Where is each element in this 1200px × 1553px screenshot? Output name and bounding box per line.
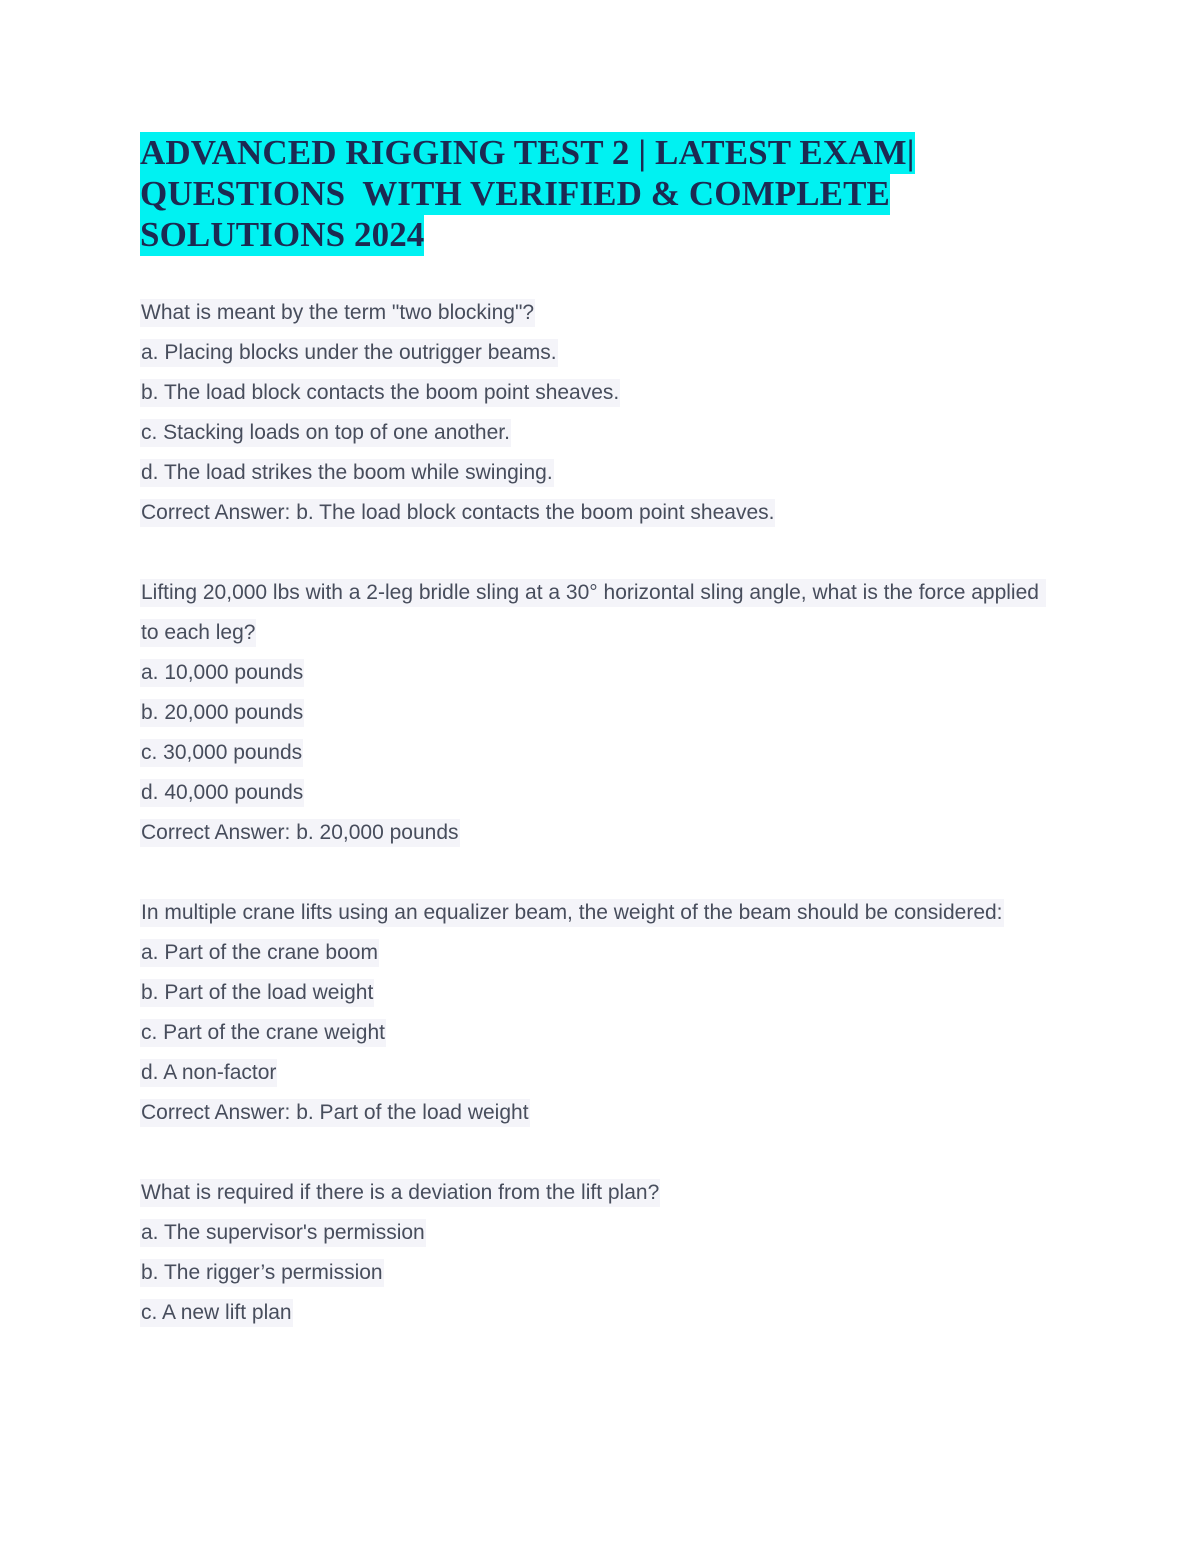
correct-answer: Correct Answer: b. Part of the load weig… [140, 1093, 1040, 1133]
question-stem: What is meant by the term "two blocking"… [140, 293, 1040, 333]
question-option: d. A non-factor [140, 1053, 1040, 1093]
question-option: b. The load block contacts the boom poin… [140, 373, 1040, 413]
correct-answer: Correct Answer: b. 20,000 pounds [140, 813, 1040, 853]
document-content: ADVANCED RIGGING TEST 2 | LATEST EXAM| Q… [140, 132, 1046, 1333]
title-line-2-highlight: QUESTIONS WITH VERIFIED & COMPLETE [140, 173, 891, 215]
question-option: c. Stacking loads on top of one another. [140, 413, 1040, 453]
question-block-4: What is required if there is a deviation… [140, 1173, 1040, 1333]
question-block-1: What is meant by the term "two blocking"… [140, 293, 1040, 533]
title-line-1: ADVANCED RIGGING TEST 2 | LATEST EXAM| [140, 132, 1040, 174]
title-line-3: SOLUTIONS 2024 [140, 214, 1040, 256]
question-option: b. Part of the load weight [140, 973, 1040, 1013]
question-stem: What is required if there is a deviation… [140, 1173, 1040, 1213]
question-option: c. 30,000 pounds [140, 733, 1040, 773]
question-option: c. A new lift plan [140, 1293, 1040, 1333]
page-title: ADVANCED RIGGING TEST 2 | LATEST EXAM| Q… [140, 132, 1040, 256]
title-line-3-highlight: SOLUTIONS 2024 [140, 214, 425, 256]
question-option: a. Part of the crane boom [140, 933, 1040, 973]
question-stem: In multiple crane lifts using an equaliz… [140, 893, 1040, 933]
title-body-spacer [140, 255, 1040, 293]
question-option: a. 10,000 pounds [140, 653, 1040, 693]
question-option: c. Part of the crane weight [140, 1013, 1040, 1053]
question-block-3: In multiple crane lifts using an equaliz… [140, 893, 1040, 1133]
question-option: b. 20,000 pounds [140, 693, 1040, 733]
title-line-1-highlight: ADVANCED RIGGING TEST 2 | LATEST EXAM| [140, 132, 915, 174]
question-option: a. Placing blocks under the outrigger be… [140, 333, 1040, 373]
question-option: d. 40,000 pounds [140, 773, 1040, 813]
question-block-2: Lifting 20,000 lbs with a 2-leg bridle s… [140, 573, 1046, 853]
question-option: d. The load strikes the boom while swing… [140, 453, 1040, 493]
document-page: ADVANCED RIGGING TEST 2 | LATEST EXAM| Q… [0, 0, 1200, 1553]
question-option: a. The supervisor's permission [140, 1213, 1040, 1253]
title-line-2: QUESTIONS WITH VERIFIED & COMPLETE [140, 173, 1040, 215]
question-stem: Lifting 20,000 lbs with a 2-leg bridle s… [140, 573, 1046, 653]
question-option: b. The rigger’s permission [140, 1253, 1040, 1293]
correct-answer: Correct Answer: b. The load block contac… [140, 493, 1040, 533]
